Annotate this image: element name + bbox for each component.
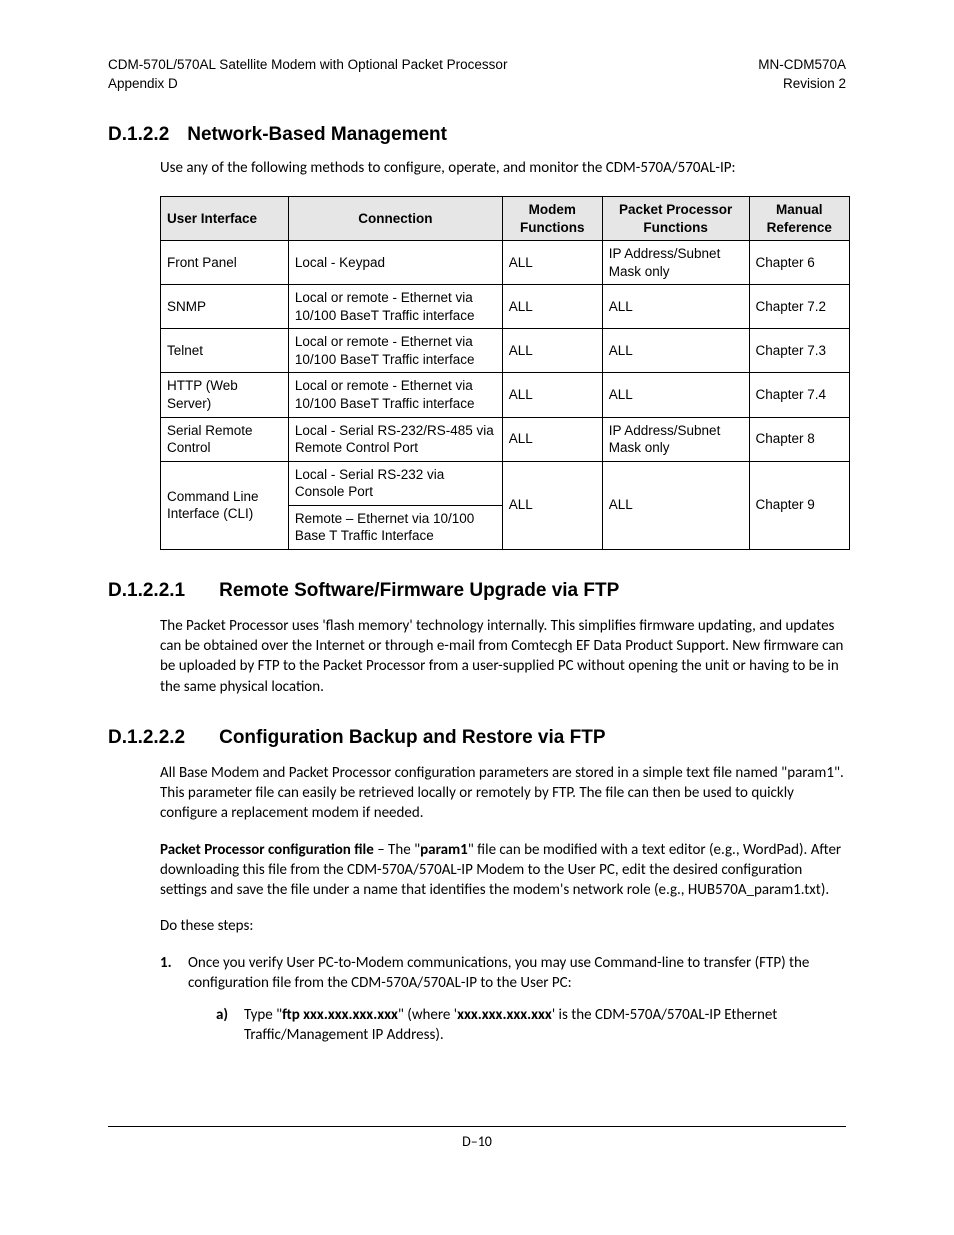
cell: IP Address/Subnet Mask only [602,417,749,461]
header-product: CDM-570L/570AL Satellite Modem with Opti… [108,56,507,75]
cell: Chapter 7.2 [749,285,849,329]
text: " (where ' [398,1006,457,1024]
cell: ALL [502,285,602,329]
header-right: MN-CDM570A Revision 2 [758,56,846,94]
substeps-list: a) Type "ftp xxx.xxx.xxx.xxx" (where 'xx… [188,1005,846,1046]
section-heading-d1221: D.1.2.2.1 Remote Software/Firmware Upgrad… [108,580,846,602]
section-heading-d122: D.1.2.2 Network-Based Management [108,124,846,146]
section-title: Configuration Backup and Restore via FTP [219,727,605,748]
cell: ALL [602,329,749,373]
steps-list: 1. Once you verify User PC-to-Modem comm… [160,953,846,1046]
section-body: The Packet Processor uses 'flash memory'… [160,616,846,697]
management-table: User Interface Connection Modem Function… [160,196,850,550]
text: – The " [374,841,420,859]
table-header-row: User Interface Connection Modem Function… [161,197,850,241]
cell: Chapter 9 [749,461,849,549]
cell: ALL [502,461,602,549]
cell: Chapter 8 [749,417,849,461]
cell: Chapter 7.4 [749,373,849,417]
substep-content: Type "ftp xxx.xxx.xxx.xxx" (where 'xxx.x… [244,1005,846,1046]
bold-command: ftp xxx.xxx.xxx.xxx [282,1006,398,1024]
bold-param: param1 [420,841,468,859]
step-text: Once you verify User PC-to-Modem communi… [188,954,809,992]
table-row: HTTP (Web Server) Local or remote - Ethe… [161,373,850,417]
cell: Local - Keypad [288,241,502,285]
table-row: SNMP Local or remote - Ethernet via 10/1… [161,285,850,329]
substep-item: a) Type "ftp xxx.xxx.xxx.xxx" (where 'xx… [216,1005,846,1046]
section-number: D.1.2.2.2 [108,727,185,749]
th-modem-functions: Modem Functions [502,197,602,241]
table-row: Serial Remote Control Local - Serial RS-… [161,417,850,461]
cell: Local or remote - Ethernet via 10/100 Ba… [288,329,502,373]
substep-marker: a) [216,1005,244,1046]
bold-lead: Packet Processor configuration file [160,841,374,859]
page-number: D–10 [462,1133,492,1150]
cell: Local or remote - Ethernet via 10/100 Ba… [288,373,502,417]
cell: ALL [502,417,602,461]
paragraph: All Base Modem and Packet Processor conf… [160,763,846,824]
paragraph: The Packet Processor uses 'flash memory'… [160,616,846,697]
cell: ALL [602,461,749,549]
step-item: 1. Once you verify User PC-to-Modem comm… [160,953,846,1046]
cell: ALL [502,241,602,285]
cell: ALL [502,373,602,417]
page-footer: D–10 [108,1126,846,1150]
cell: Remote – Ethernet via 10/100 Base T Traf… [288,505,502,549]
step-marker: 1. [160,953,188,1046]
cell: ALL [502,329,602,373]
section-heading-d1222: D.1.2.2.2 Configuration Backup and Restor… [108,727,846,749]
cell: Front Panel [161,241,289,285]
section-title: Network-Based Management [187,124,447,145]
header-appendix: Appendix D [108,75,507,94]
step-content: Once you verify User PC-to-Modem communi… [188,953,846,1046]
th-packet-processor-functions: Packet Processor Functions [602,197,749,241]
text: Type " [244,1006,282,1024]
cell: Local - Serial RS-232 via Console Port [288,461,502,505]
table-row: Telnet Local or remote - Ethernet via 10… [161,329,850,373]
page-header: CDM-570L/570AL Satellite Modem with Opti… [108,56,846,94]
table-row: Command Line Interface (CLI) Local - Ser… [161,461,850,505]
cell: Chapter 7.3 [749,329,849,373]
section-number: D.1.2.2.1 [108,580,185,602]
paragraph: Packet Processor configuration file – Th… [160,840,846,901]
cell: Telnet [161,329,289,373]
section-title: Remote Software/Firmware Upgrade via FTP [219,580,619,601]
th-connection: Connection [288,197,502,241]
cell: ALL [602,285,749,329]
header-left: CDM-570L/570AL Satellite Modem with Opti… [108,56,507,94]
cell: ALL [602,373,749,417]
cell: Command Line Interface (CLI) [161,461,289,549]
cell: Local - Serial RS-232/RS-485 via Remote … [288,417,502,461]
cell: Serial Remote Control [161,417,289,461]
table-row: Front Panel Local - Keypad ALL IP Addres… [161,241,850,285]
section-body: All Base Modem and Packet Processor conf… [160,763,846,937]
cell: Chapter 6 [749,241,849,285]
cell: HTTP (Web Server) [161,373,289,417]
section-number: D.1.2.2 [108,124,169,146]
cell: Local or remote - Ethernet via 10/100 Ba… [288,285,502,329]
header-revision: Revision 2 [758,75,846,94]
th-manual-reference: Manual Reference [749,197,849,241]
section-intro: Use any of the following methods to conf… [160,158,846,178]
bold-ip: xxx.xxx.xxx.xxx [457,1006,552,1024]
th-user-interface: User Interface [161,197,289,241]
cell: SNMP [161,285,289,329]
header-doc-id: MN-CDM570A [758,56,846,75]
paragraph: Do these steps: [160,916,846,936]
cell: IP Address/Subnet Mask only [602,241,749,285]
